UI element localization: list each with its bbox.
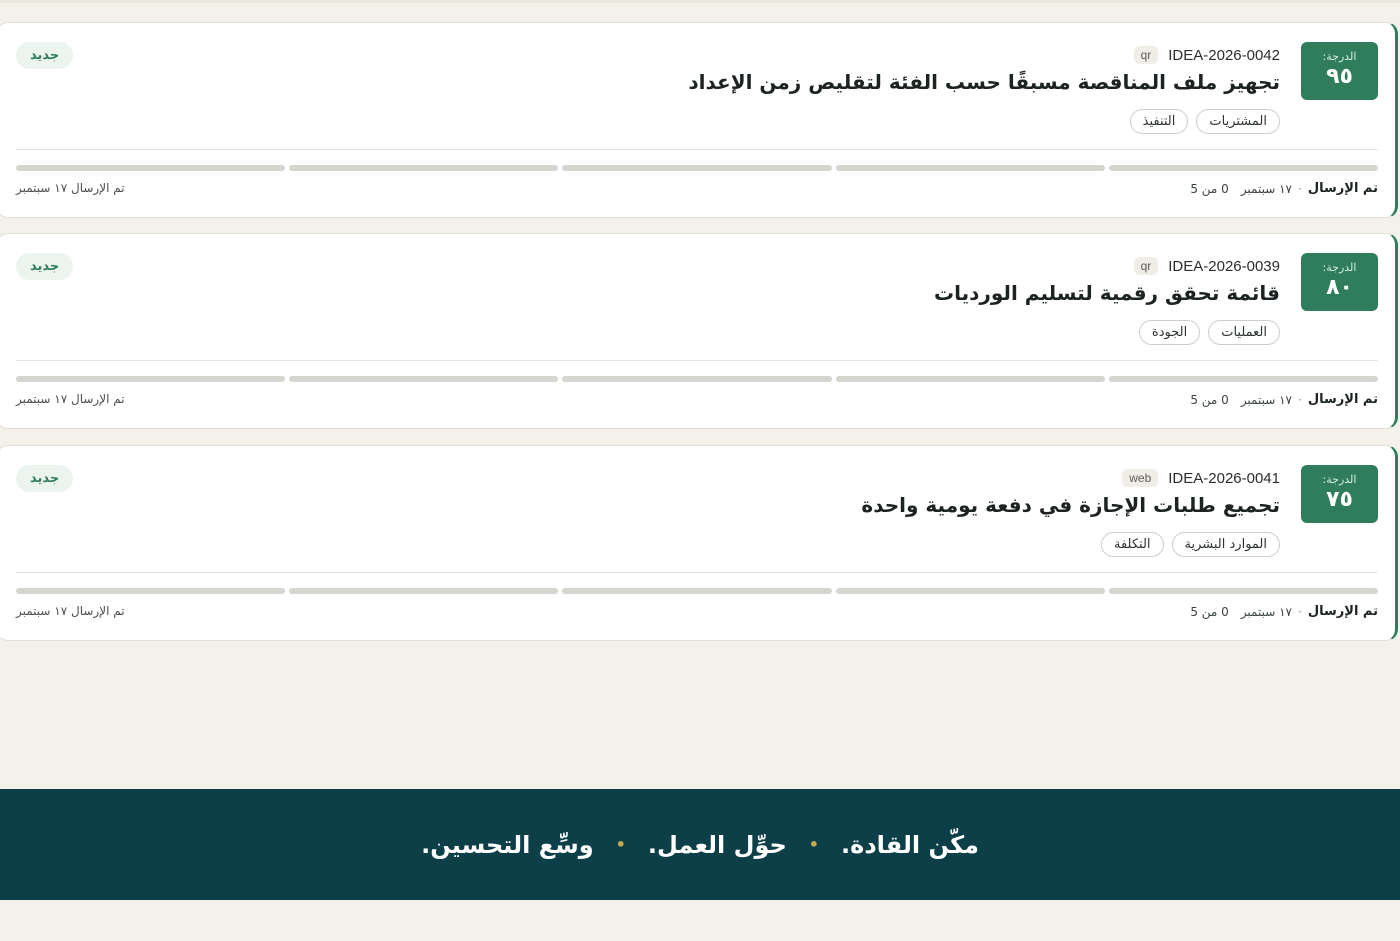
card-divider	[16, 149, 1378, 150]
sent-date: ١٧ سبتمبر	[1240, 392, 1292, 407]
sent-date: ١٧ سبتمبر	[1240, 181, 1292, 196]
score-value: ٩٥	[1326, 64, 1353, 89]
progress-segment	[562, 376, 832, 382]
tag[interactable]: التنفيذ	[1129, 109, 1189, 134]
progress-segment	[289, 165, 559, 171]
card-footer-meta: تم الإرسال · ١٧ سبتمبر 0 من 5	[1190, 392, 1378, 407]
card-divider	[16, 572, 1378, 573]
progress-segment	[289, 376, 559, 382]
sent-label: تم الإرسال	[1307, 392, 1378, 407]
progress-segment	[562, 165, 832, 171]
score-badge: الدرجة: ٧٥	[1301, 465, 1378, 523]
tag[interactable]: المشتريات	[1196, 109, 1280, 134]
progress-segment	[15, 588, 286, 594]
separator-dot: ·	[1298, 181, 1302, 196]
idea-title[interactable]: تجميع طلبات الإجازة في دفعة يومية واحدة	[861, 493, 1280, 517]
tagline-item: حوِّل العمل.	[647, 830, 787, 859]
sent-timestamp: تم الإرسال ١٧ سبتمبر	[16, 181, 125, 195]
tagline-item: وسِّع التحسين.	[421, 830, 594, 859]
idea-card[interactable]: الدرجة: ٧٥ IDEA-2026-0041 web تجميع طلبا…	[0, 445, 1398, 641]
progress-segment	[835, 165, 1105, 171]
tagline-dot-icon: •	[615, 835, 626, 854]
idea-title[interactable]: قائمة تحقق رقمية لتسليم الورديات	[934, 281, 1280, 305]
progress-count: 0 من 5	[1190, 181, 1229, 196]
idea-id: IDEA-2026-0041	[1168, 469, 1280, 487]
idea-id: IDEA-2026-0042	[1168, 46, 1280, 64]
progress-bar	[15, 588, 1378, 594]
progress-count: 0 من 5	[1190, 392, 1229, 407]
idea-meta: IDEA-2026-0041 web	[1122, 467, 1280, 489]
sent-label: تم الإرسال	[1307, 604, 1378, 619]
progress-segment	[1108, 165, 1378, 171]
source-badge: qr	[1133, 257, 1159, 275]
tag-list: الموارد البشرية التكلفة	[1101, 532, 1280, 557]
progress-segment	[15, 165, 286, 171]
tag[interactable]: التكلفة	[1101, 532, 1164, 557]
top-divider	[0, 0, 1400, 3]
separator-dot: ·	[1298, 604, 1302, 619]
sent-timestamp: تم الإرسال ١٧ سبتمبر	[16, 604, 125, 618]
tagline: مكّن القادة. • حوِّل العمل. • وسِّع التح…	[421, 831, 979, 859]
progress-segment	[835, 376, 1105, 382]
sent-timestamp: تم الإرسال ١٧ سبتمبر	[16, 392, 125, 406]
score-badge: الدرجة: ٩٥	[1301, 42, 1378, 100]
score-label: الدرجة:	[1322, 50, 1357, 63]
tag-list: المشتريات التنفيذ	[1129, 109, 1280, 134]
tag-list: العمليات الجودة	[1138, 320, 1280, 345]
progress-segment	[1108, 588, 1378, 594]
tagline-banner: مكّن القادة. • حوِّل العمل. • وسِّع التح…	[0, 789, 1400, 900]
score-badge: الدرجة: ٨٠	[1301, 253, 1378, 311]
tag[interactable]: العمليات	[1208, 320, 1280, 345]
separator-dot: ·	[1298, 392, 1302, 407]
sent-date: ١٧ سبتمبر	[1240, 604, 1292, 619]
tagline-item: مكّن القادة.	[841, 830, 979, 859]
tagline-dot-icon: •	[808, 835, 820, 854]
tag[interactable]: الجودة	[1138, 320, 1201, 345]
card-divider	[16, 360, 1378, 361]
idea-card[interactable]: الدرجة: ٩٥ IDEA-2026-0042 qr تجهيز ملف ا…	[0, 22, 1398, 218]
idea-meta: IDEA-2026-0039 qr	[1133, 255, 1280, 277]
idea-id: IDEA-2026-0039	[1168, 257, 1280, 275]
progress-count: 0 من 5	[1190, 604, 1229, 619]
idea-title[interactable]: تجهيز ملف المناقصة مسبقًا حسب الفئة لتقل…	[688, 70, 1280, 94]
card-footer-meta: تم الإرسال · ١٧ سبتمبر 0 من 5	[1190, 181, 1378, 196]
idea-card[interactable]: الدرجة: ٨٠ IDEA-2026-0039 qr قائمة تحقق …	[0, 233, 1398, 429]
progress-bar	[15, 376, 1378, 382]
idea-meta: IDEA-2026-0042 qr	[1133, 44, 1280, 66]
sent-label: تم الإرسال	[1307, 181, 1378, 196]
progress-segment	[1108, 376, 1378, 382]
status-badge: جديد	[16, 465, 74, 492]
progress-segment	[562, 588, 832, 594]
status-badge: جديد	[16, 253, 74, 280]
score-label: الدرجة:	[1322, 261, 1357, 274]
source-badge: web	[1122, 469, 1159, 487]
score-value: ٨٠	[1326, 275, 1353, 300]
progress-segment	[289, 588, 559, 594]
source-badge: qr	[1133, 46, 1159, 64]
progress-bar	[15, 165, 1378, 171]
progress-segment	[835, 588, 1105, 594]
status-badge: جديد	[16, 42, 74, 69]
score-label: الدرجة:	[1322, 473, 1357, 486]
score-value: ٧٥	[1326, 487, 1353, 512]
progress-segment	[15, 376, 286, 382]
card-footer-meta: تم الإرسال · ١٧ سبتمبر 0 من 5	[1190, 604, 1378, 619]
tag[interactable]: الموارد البشرية	[1171, 532, 1280, 557]
